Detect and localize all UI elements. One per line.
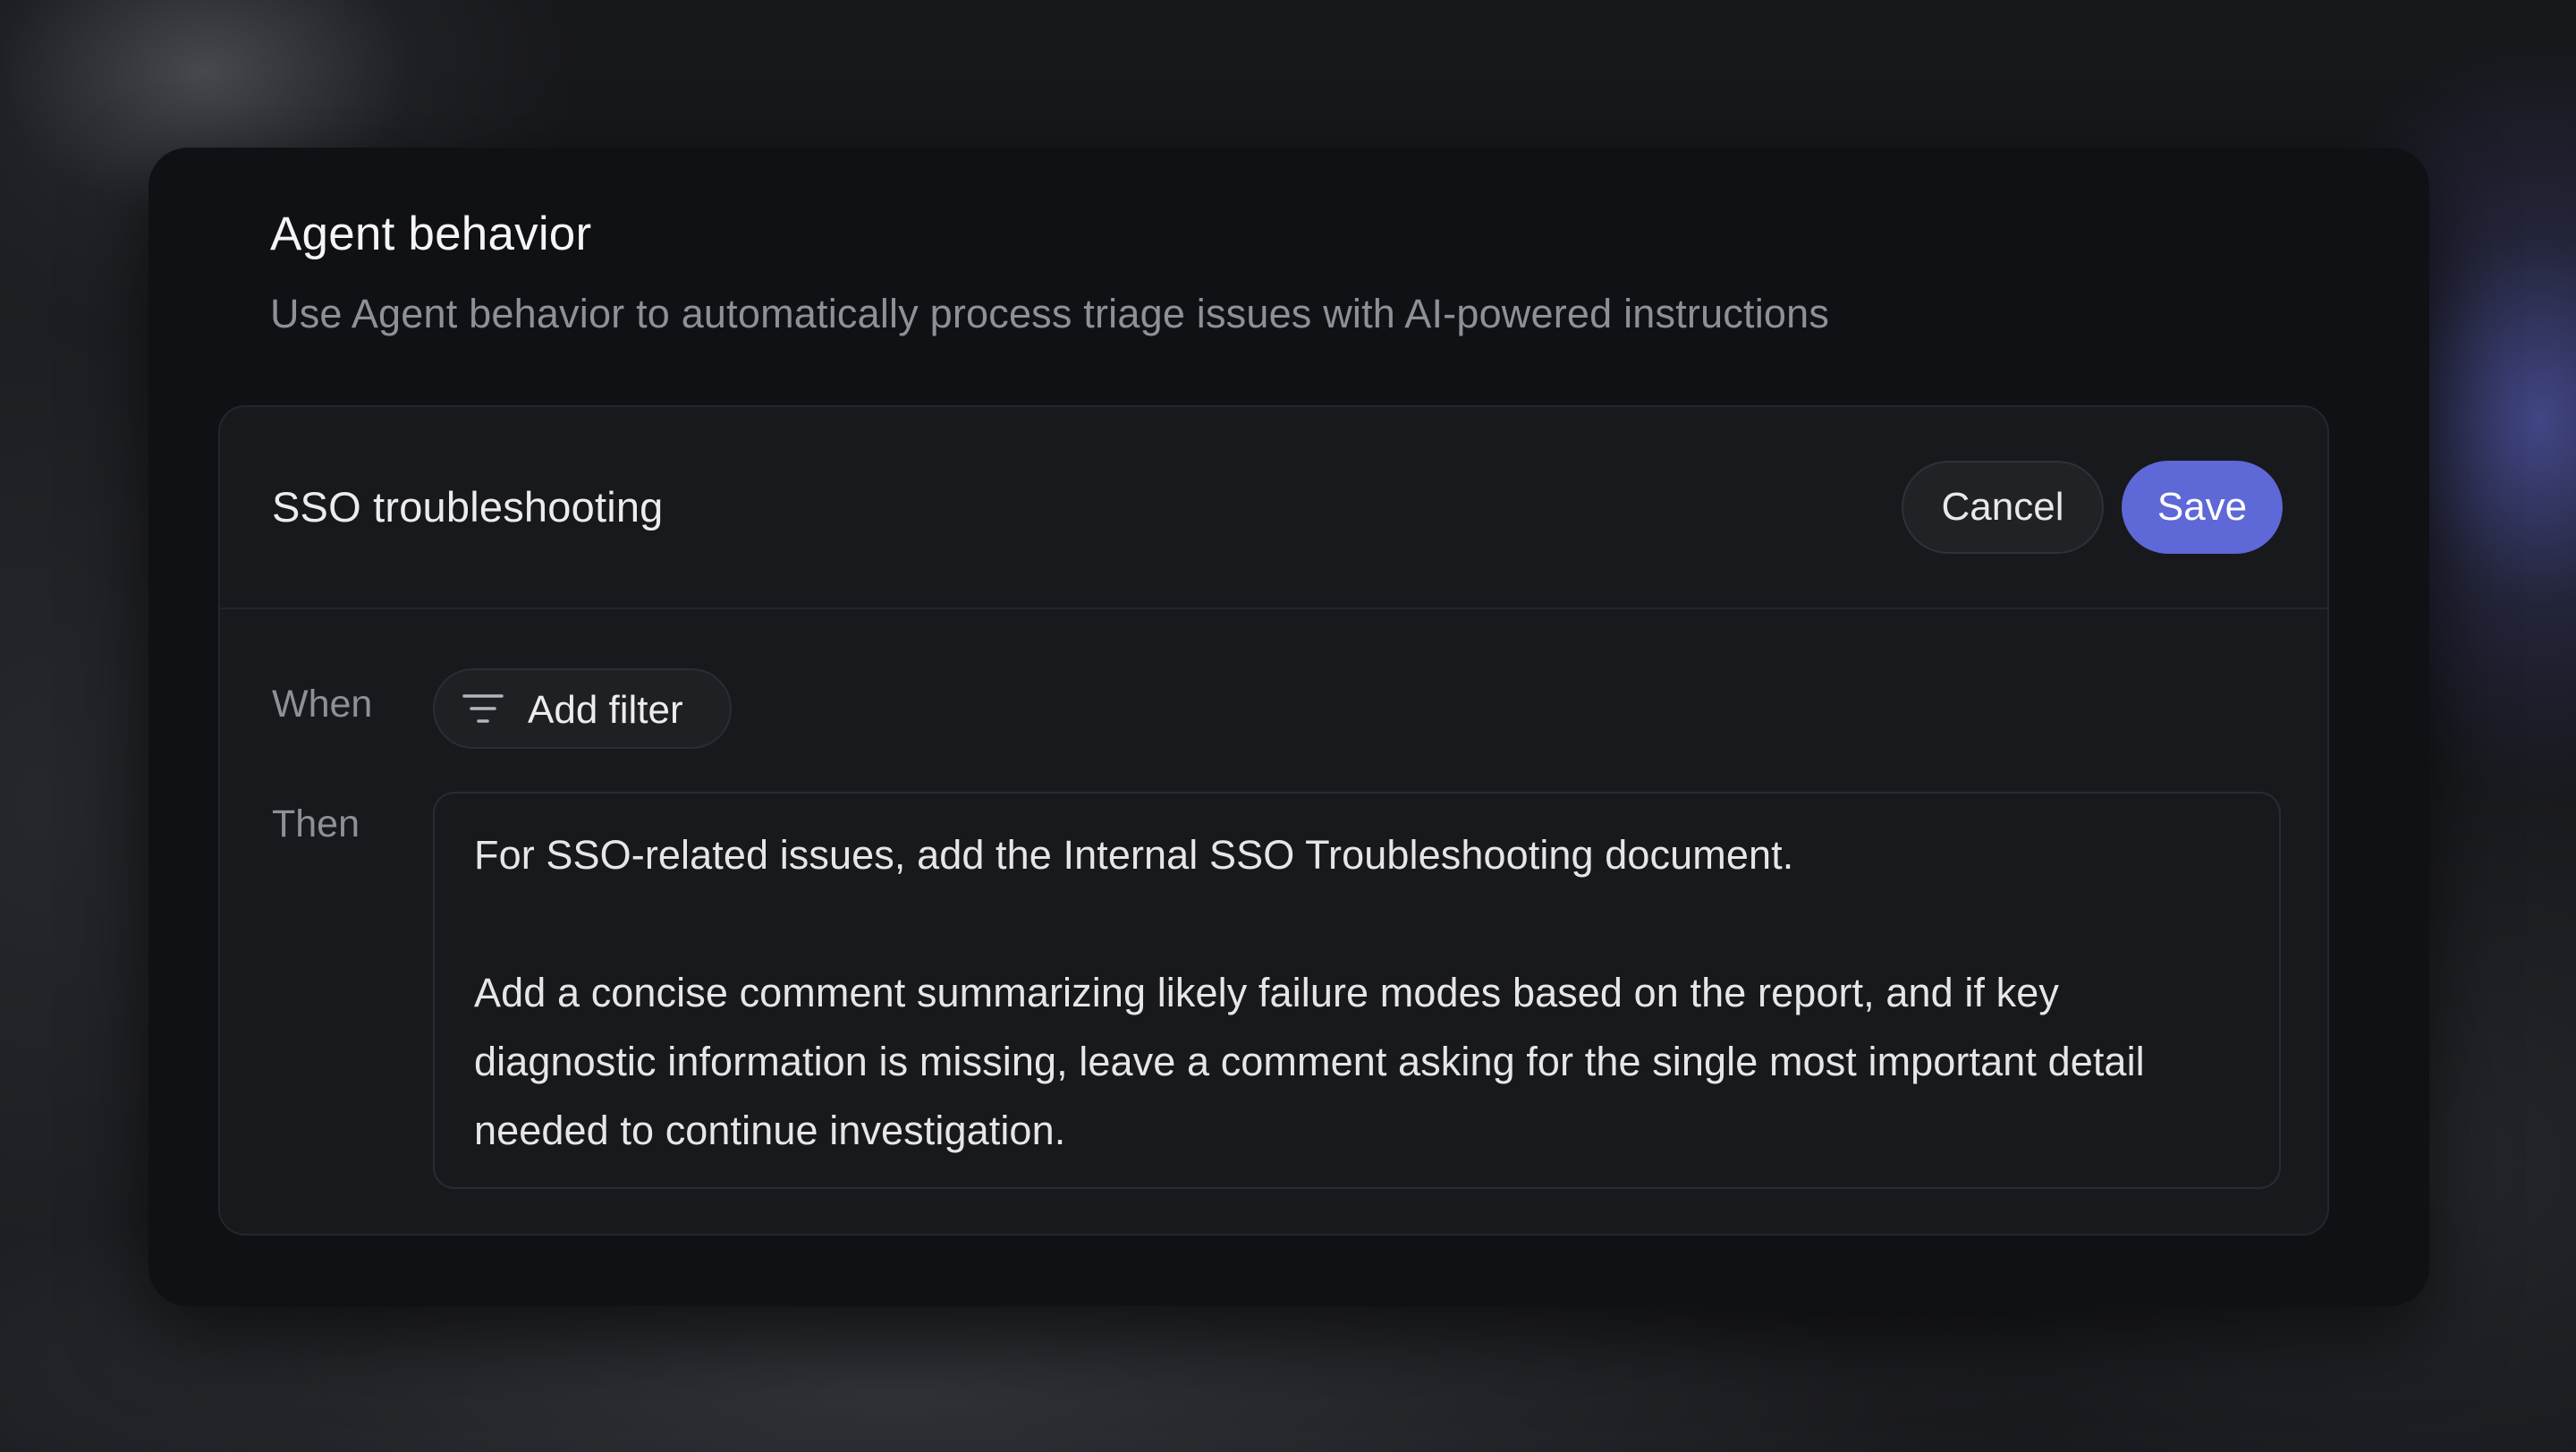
add-filter-button[interactable]: Add filter	[433, 668, 732, 749]
when-label: When	[272, 683, 373, 726]
add-filter-label: Add filter	[528, 688, 683, 732]
filter-icon	[462, 694, 504, 723]
panel-title: Agent behavior	[270, 208, 592, 260]
agent-behavior-panel: Agent behavior Use Agent behavior to aut…	[148, 148, 2429, 1306]
rule-card-header: SSO troubleshooting Cancel Save	[220, 407, 2327, 609]
panel-subtitle: Use Agent behavior to automatically proc…	[270, 291, 1830, 336]
then-label: Then	[272, 802, 360, 845]
rule-card: SSO troubleshooting Cancel Save When Add…	[218, 405, 2329, 1235]
save-button[interactable]: Save	[2122, 461, 2283, 554]
instructions-textarea[interactable]: For SSO-related issues, add the Internal…	[433, 792, 2281, 1189]
cancel-button[interactable]: Cancel	[1902, 461, 2104, 554]
rule-name: SSO troubleshooting	[272, 483, 664, 531]
